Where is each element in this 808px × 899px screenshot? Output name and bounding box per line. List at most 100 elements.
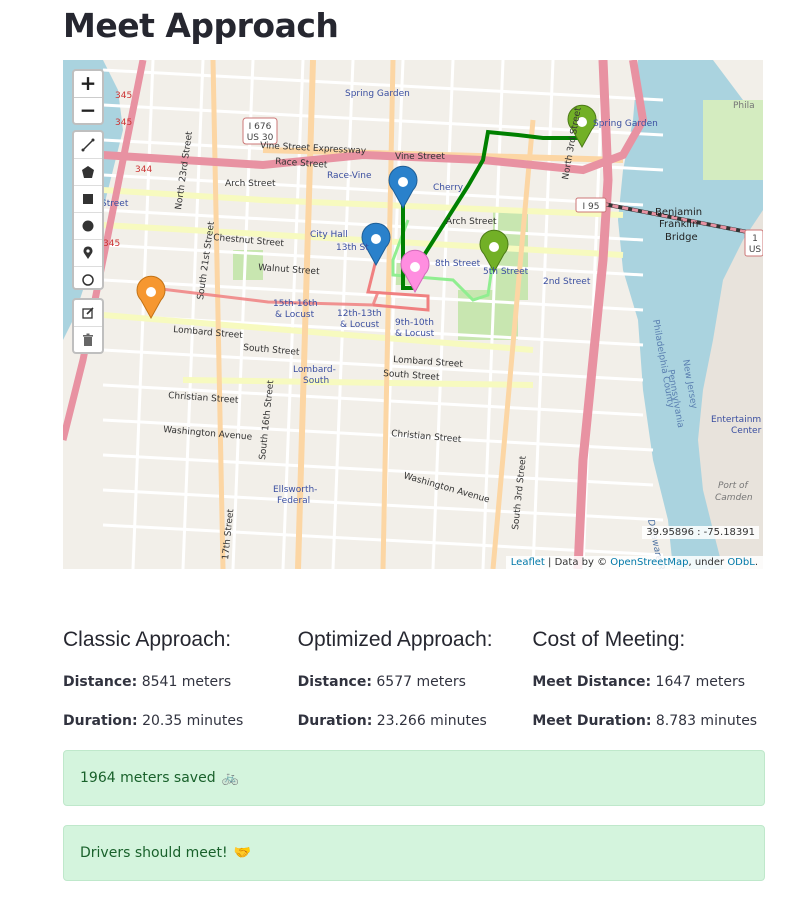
marker-orange[interactable] — [136, 275, 166, 320]
results-columns: Classic Approach: Distance: 8541 meters … — [63, 628, 767, 752]
circle-icon[interactable] — [74, 212, 102, 239]
label-center: Center — [731, 426, 762, 436]
label-port: Port of — [718, 481, 750, 491]
meet-distance-value: 1647 meters — [651, 674, 746, 690]
park — [458, 290, 518, 340]
edit-icon[interactable] — [74, 300, 102, 326]
label-cherry: Cherry — [433, 183, 464, 193]
classic-distance: Distance: 8541 meters — [63, 674, 298, 691]
label-bridge: Bridge — [665, 232, 698, 243]
odbl-link[interactable]: ODbL — [727, 557, 755, 568]
meet-duration-label: Meet Duration: — [532, 713, 652, 729]
svg-text:I 676: I 676 — [249, 122, 272, 132]
optimized-duration-value: 23.266 minutes — [372, 713, 487, 729]
polyline-icon[interactable] — [74, 132, 102, 158]
label-lombard-south2: South — [303, 376, 329, 386]
label-race-vine: Race-Vine — [327, 171, 372, 181]
map-attribution: Leaflet | Data by © OpenStreetMap, under… — [505, 556, 763, 569]
meters-saved-alert: 1964 meters saved 🚲 — [63, 750, 765, 806]
meters-saved-text: 1964 meters saved — [80, 770, 216, 786]
label-locust2: & Locust — [340, 320, 380, 330]
classic-distance-value: 8541 meters — [137, 674, 232, 690]
label-arch-street2: Arch Street — [446, 217, 497, 227]
attribution-text: | Data by © — [548, 557, 608, 568]
label-locust3: & Locust — [395, 329, 435, 339]
classic-title: Classic Approach: — [63, 628, 232, 651]
label-benjamin: Benjamin — [655, 207, 702, 218]
label-345a: 345 — [115, 91, 132, 101]
svg-text:US: US — [749, 245, 762, 255]
label-city-hall: City Hall — [310, 230, 348, 240]
label-1213: 12th-13th — [337, 309, 382, 319]
label-ellsworth2: Federal — [277, 496, 310, 506]
meet-duration: Meet Duration: 8.783 minutes — [532, 713, 767, 730]
label-spring-garden-e: Spring Garden — [593, 119, 658, 129]
route-shield-us1: 1 US — [744, 229, 763, 257]
cost-title: Cost of Meeting: — [532, 628, 686, 651]
label-lombard-south: Lombard- — [293, 365, 336, 375]
label-1516: 15th-16th — [273, 299, 318, 309]
optimized-distance-label: Distance: — [297, 674, 372, 690]
classic-duration: Duration: 20.35 minutes — [63, 713, 298, 730]
map-tiles[interactable]: I 676 US 30 I 95 1 US Spring Garden Spri… — [63, 60, 763, 569]
classic-duration-label: Duration: — [63, 713, 138, 729]
rectangle-icon[interactable] — [74, 185, 102, 212]
label-vine-street: Vine Street — [395, 152, 445, 162]
osm-link[interactable]: OpenStreetMap — [610, 557, 688, 568]
handshake-icon: 🤝 — [233, 845, 252, 861]
label-camden: Camden — [715, 493, 753, 503]
zoom-in-button[interactable]: + — [74, 71, 102, 97]
label-entertainment: Entertainm — [711, 415, 761, 425]
zoom-control: + − — [72, 69, 104, 125]
circlemarker-icon[interactable] — [74, 266, 102, 293]
page-title: Meet Approach — [63, 6, 339, 45]
cost-column: Cost of Meeting: Meet Distance: 1647 met… — [532, 628, 767, 752]
edit-toolbar — [72, 298, 104, 354]
label-spring-garden: Spring Garden — [345, 89, 410, 99]
zoom-out-button[interactable]: − — [74, 97, 102, 124]
meet-duration-value: 8.783 minutes — [651, 713, 758, 729]
optimized-column: Optimized Approach: Distance: 6577 meter… — [298, 628, 533, 752]
optimized-distance-value: 6577 meters — [371, 674, 466, 690]
optimized-duration: Duration: 23.266 minutes — [298, 713, 533, 730]
label-south16: South 16th Street — [258, 379, 276, 460]
marker-icon[interactable] — [74, 239, 102, 266]
svg-text:1: 1 — [752, 234, 758, 244]
label-street-left: Street — [101, 199, 129, 209]
label-13th: 13th St — [336, 243, 369, 253]
classic-column: Classic Approach: Distance: 8541 meters … — [63, 628, 298, 752]
bicycle-icon: 🚲 — [221, 770, 240, 786]
label-344: 344 — [135, 165, 152, 175]
polygon-icon[interactable] — [74, 158, 102, 185]
leaflet-link[interactable]: Leaflet — [511, 557, 545, 568]
route-shield-i95: I 95 — [575, 197, 607, 213]
label-2nd: 2nd Street — [543, 277, 591, 287]
svg-text:I 95: I 95 — [583, 202, 600, 212]
marker-blue-1[interactable] — [388, 165, 418, 210]
optimized-duration-label: Duration: — [297, 713, 373, 729]
attribution-period: . — [754, 557, 758, 568]
park — [703, 100, 763, 180]
label-locust1: & Locust — [275, 310, 315, 320]
label-walnut: Walnut Street — [258, 263, 321, 277]
attribution-under: , under — [688, 557, 725, 568]
draw-toolbar — [72, 130, 104, 290]
label-christian2: Christian Street — [391, 429, 462, 445]
meet-distance: Meet Distance: 1647 meters — [532, 674, 767, 691]
drivers-meet-alert: Drivers should meet! 🤝 — [63, 825, 765, 881]
classic-distance-label: Distance: — [63, 674, 138, 690]
label-5th: 5th Street — [483, 267, 529, 277]
map[interactable]: I 676 US 30 I 95 1 US Spring Garden Spri… — [63, 60, 763, 569]
classic-duration-value: 20.35 minutes — [137, 713, 244, 729]
label-south3: South 3rd Street — [511, 455, 529, 530]
trash-icon[interactable] — [74, 326, 102, 353]
marker-pink[interactable] — [400, 249, 430, 294]
label-345b: 345 — [115, 118, 132, 128]
mouse-coordinates: 39.95896 : -75.18391 — [642, 526, 759, 539]
meet-distance-label: Meet Distance: — [532, 674, 652, 690]
optimized-distance: Distance: 6577 meters — [298, 674, 533, 691]
label-phila: Phila — [733, 101, 755, 111]
optimized-title: Optimized Approach: — [297, 628, 493, 651]
label-8th: 8th Street — [435, 259, 481, 269]
label-ellsworth: Ellsworth- — [273, 485, 317, 495]
